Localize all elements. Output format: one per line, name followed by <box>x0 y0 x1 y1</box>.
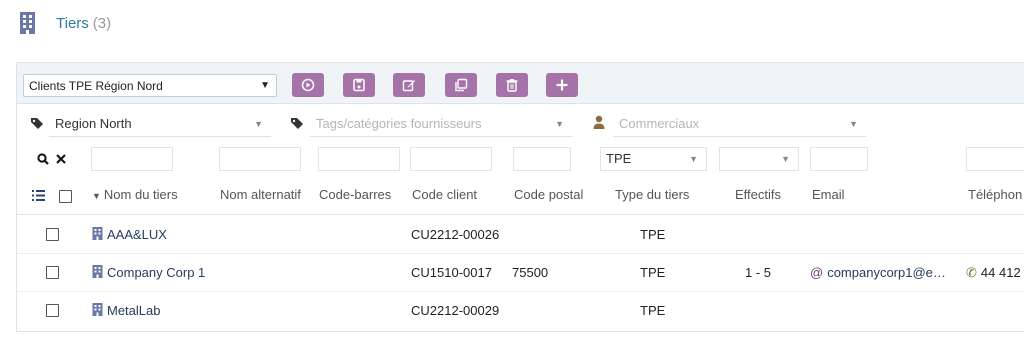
row-email-text: companycorp1@e… <box>827 265 946 280</box>
row-client-code: CU2212-00029 <box>411 303 500 318</box>
search-staff-select[interactable]: ▼ <box>719 147 799 171</box>
search-client-code-input[interactable] <box>410 147 492 171</box>
region-filter-select[interactable]: Region North ▼ <box>49 111 271 137</box>
column-header-barcode[interactable]: Code-barres <box>319 187 391 202</box>
column-header-phone[interactable]: Téléphon <box>968 187 1022 202</box>
play-icon <box>301 78 315 92</box>
search-row: TPE ▼ ▼ <box>17 147 1024 175</box>
column-header-email[interactable]: Email <box>812 187 845 202</box>
chevron-down-icon: ▼ <box>254 119 263 129</box>
select-all-checkbox[interactable] <box>59 190 72 203</box>
row-email-link[interactable]: @ companycorp1@e… <box>810 265 946 280</box>
edit-icon <box>402 80 415 92</box>
row-name-link[interactable]: MetalLab <box>92 303 160 318</box>
chevron-down-icon: ▼ <box>689 154 698 164</box>
plus-icon <box>556 79 568 91</box>
search-barcode-input[interactable] <box>318 147 400 171</box>
row-name-text: MetalLab <box>107 303 161 318</box>
chevron-down-icon: ▼ <box>849 119 858 129</box>
row-zip: 75500 <box>512 265 549 280</box>
record-count: (3) <box>92 15 112 32</box>
saved-view-select[interactable]: Clients TPE Région Nord ▼ <box>23 74 277 97</box>
column-header-alt-name[interactable]: Nom alternatif <box>220 187 301 202</box>
row-client-code: CU1510-0017 <box>411 265 492 280</box>
region-filter-value: Region North <box>55 116 132 131</box>
row-name-link[interactable]: AAA&LUX <box>92 227 167 242</box>
sort-desc-icon: ▼ <box>92 191 101 201</box>
sales-rep-placeholder: Commerciaux <box>619 116 700 131</box>
phone-icon: ✆ <box>966 265 977 280</box>
run-view-button[interactable] <box>292 73 324 97</box>
row-phone-link[interactable]: ✆ 44 412 <box>966 265 1021 281</box>
row-name-text: AAA&LUX <box>107 227 167 242</box>
page-title-text: Tiers <box>56 15 89 32</box>
row-type: TPE <box>640 265 666 280</box>
filter-row: Region North ▼ Tags/catégories fournisse… <box>17 111 1024 141</box>
edit-view-button[interactable] <box>393 73 425 97</box>
column-name-label: Nom du tiers <box>103 187 178 202</box>
list-columns-icon[interactable] <box>32 190 45 201</box>
column-header-staff[interactable]: Effectifs <box>735 187 781 202</box>
row-checkbox[interactable] <box>46 304 59 317</box>
tag-icon <box>31 118 43 129</box>
tag-icon <box>291 118 303 129</box>
search-name-input[interactable] <box>91 147 173 171</box>
row-type: TPE <box>640 303 666 318</box>
close-icon[interactable] <box>56 154 66 164</box>
column-header-zip[interactable]: Code postal <box>514 187 583 202</box>
chevron-down-icon: ▼ <box>555 119 564 129</box>
duplicate-view-button[interactable] <box>445 73 477 97</box>
toolbar: Clients TPE Région Nord ▼ <box>17 63 1024 104</box>
search-phone-input[interactable] <box>966 147 1024 171</box>
row-name-text: Company Corp 1 <box>107 265 206 280</box>
table-row[interactable]: Company Corp 1 CU1510-0017 75500 TPE 1 -… <box>17 254 1024 292</box>
table-row[interactable]: AAA&LUX CU2212-00026 TPE <box>17 216 1024 254</box>
row-name-link[interactable]: Company Corp 1 <box>92 265 205 280</box>
table-row[interactable]: MetalLab CU2212-00029 TPE <box>17 292 1024 329</box>
search-type-value: TPE <box>606 151 632 166</box>
page-title[interactable]: Tiers (3) <box>56 15 111 32</box>
row-phone-text: 44 412 <box>980 265 1021 280</box>
column-header-name[interactable]: ▼ Nom du tiers <box>92 187 178 202</box>
building-icon <box>20 12 35 34</box>
search-email-input[interactable] <box>810 147 868 171</box>
search-type-select[interactable]: TPE ▼ <box>600 147 707 171</box>
at-icon: @ <box>810 265 824 280</box>
building-icon <box>92 303 103 316</box>
column-header-type[interactable]: Type du tiers <box>615 187 689 202</box>
supplier-tags-placeholder: Tags/catégories fournisseurs <box>316 116 482 131</box>
row-checkbox[interactable] <box>46 266 59 279</box>
row-staff: 1 - 5 <box>745 265 772 280</box>
column-header-client-code[interactable]: Code client <box>412 187 477 202</box>
copy-icon <box>455 78 468 92</box>
chevron-down-icon: ▼ <box>260 80 270 91</box>
list-panel: Clients TPE Région Nord ▼ Region North ▼ <box>16 62 1024 332</box>
add-view-button[interactable] <box>546 73 578 97</box>
building-icon <box>92 265 103 278</box>
row-checkbox[interactable] <box>46 228 59 241</box>
save-icon <box>353 78 365 92</box>
saved-view-value: Clients TPE Région Nord <box>29 79 163 93</box>
save-view-button[interactable] <box>343 73 375 97</box>
row-type: TPE <box>640 227 666 242</box>
chevron-down-icon: ▼ <box>781 154 790 164</box>
sales-rep-filter-select[interactable]: Commerciaux ▼ <box>613 111 866 137</box>
table-header: ▼ Nom du tiers Nom alternatif Code-barres… <box>17 178 1024 215</box>
user-icon <box>593 115 605 129</box>
building-icon <box>92 227 103 240</box>
search-icon[interactable] <box>37 153 49 165</box>
delete-view-button[interactable] <box>496 73 528 97</box>
page-header: Tiers (3) <box>0 0 1024 48</box>
row-client-code: CU2212-00026 <box>411 227 500 242</box>
search-alt-name-input[interactable] <box>219 147 301 171</box>
trash-icon <box>506 79 518 92</box>
supplier-tags-filter-select[interactable]: Tags/catégories fournisseurs ▼ <box>310 111 572 137</box>
search-zip-input[interactable] <box>513 147 571 171</box>
